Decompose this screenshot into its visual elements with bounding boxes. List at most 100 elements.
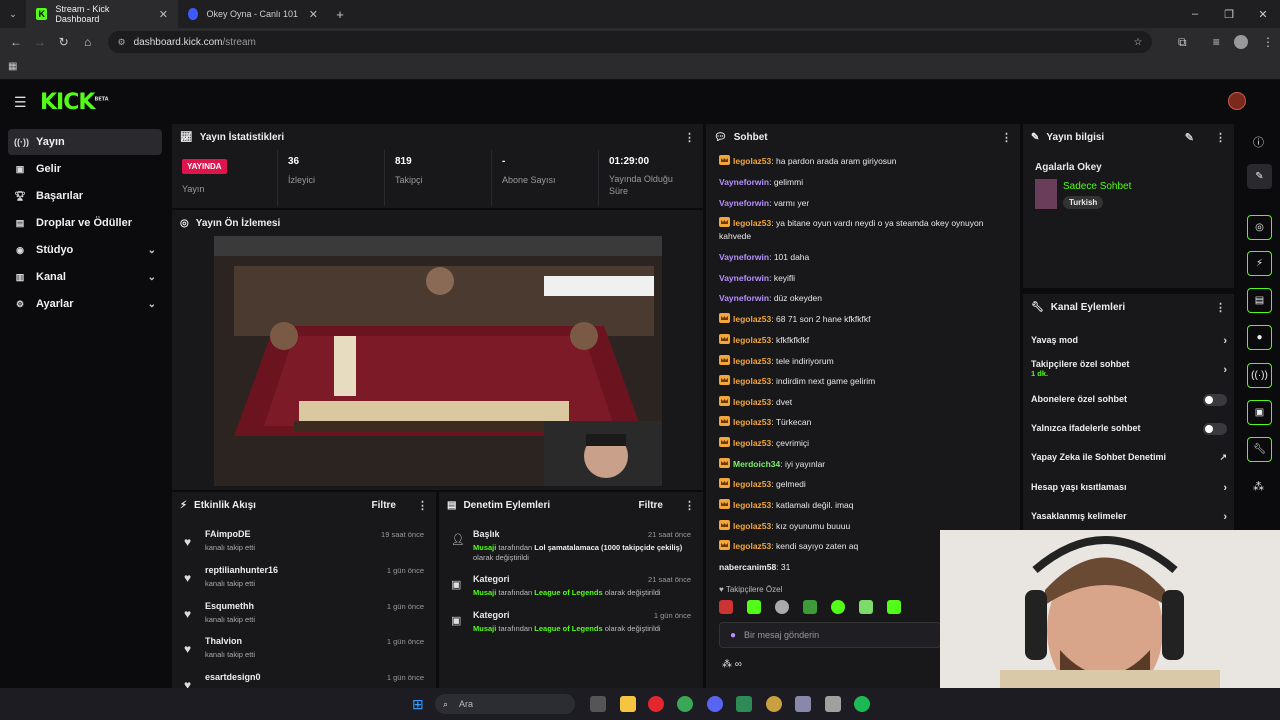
chat-username[interactable]: legolaz53: [733, 541, 771, 551]
event-username[interactable]: reptilianhunter16: [205, 565, 278, 575]
extensions-icon[interactable]: ⧉: [1170, 35, 1194, 50]
bookmark-star-icon[interactable]: ☆: [1133, 37, 1142, 48]
edit-icon[interactable]: ✎: [1185, 131, 1194, 144]
profile-avatar[interactable]: [1234, 35, 1249, 49]
chat-input[interactable]: ● Bir mesaj gönderin: [719, 622, 941, 648]
infinity-icon[interactable]: ∞: [735, 659, 742, 670]
forward-icon[interactable]: →: [28, 35, 52, 49]
close-tab-icon[interactable]: ✕: [159, 8, 168, 21]
opera-icon[interactable]: [648, 696, 664, 712]
minimize-icon[interactable]: –: [1178, 8, 1212, 20]
stream-preview-video[interactable]: [214, 236, 662, 486]
sidebar-item-yayin[interactable]: ((·)) Yayın: [8, 129, 162, 155]
chat-username[interactable]: nabercanim58: [719, 562, 776, 572]
info-icon[interactable]: ⓘ: [1253, 134, 1264, 150]
more-options-icon[interactable]: ⋮: [1215, 301, 1226, 314]
user-avatar[interactable]: [1228, 92, 1246, 110]
windows-start-icon[interactable]: ⊞: [412, 696, 424, 713]
chat-username[interactable]: legolaz53: [733, 314, 771, 324]
home-icon[interactable]: ⌂: [76, 35, 100, 49]
maximize-icon[interactable]: ❐: [1212, 8, 1246, 21]
taskbar-search[interactable]: ⌕ Ara: [435, 694, 575, 714]
chat-username[interactable]: legolaz53: [733, 438, 771, 448]
emote-icon[interactable]: [887, 600, 901, 614]
chat-username[interactable]: legolaz53: [733, 376, 771, 386]
sidebar-item-droplar[interactable]: ▤ Droplar ve Ödüller: [8, 210, 162, 236]
action-followers-only[interactable]: Takipçilere özel sohbet 1 dk. ›: [1031, 359, 1227, 378]
chat-tool-button[interactable]: ●: [1247, 325, 1272, 350]
spotify-icon[interactable]: [854, 696, 870, 712]
discord-icon[interactable]: [707, 696, 723, 712]
more-options-icon[interactable]: ⋮: [1215, 131, 1226, 144]
filter-button[interactable]: Filtre: [372, 500, 396, 511]
app-icon[interactable]: [825, 696, 841, 712]
app-icon[interactable]: [766, 696, 782, 712]
target-tool-button[interactable]: ◎: [1247, 215, 1272, 240]
sidebar-item-ayarlar[interactable]: ⚙ Ayarlar ⌄: [8, 291, 162, 317]
subscribers-only-toggle[interactable]: [1203, 394, 1227, 406]
emotes-only-toggle[interactable]: [1203, 423, 1227, 435]
wrench-tool-button[interactable]: 🔧︎: [1247, 437, 1272, 462]
emote-icon[interactable]: [859, 600, 873, 614]
chat-username[interactable]: Vayneforwin: [719, 293, 769, 303]
tab-okey-oyna[interactable]: Okey Oyna - Canlı 101 Okey ve ✕: [178, 0, 328, 28]
chat-username[interactable]: legolaz53: [733, 156, 771, 166]
chat-username[interactable]: legolaz53: [733, 521, 771, 531]
more-options-icon[interactable]: ⋮: [684, 499, 695, 512]
broadcast-tool-button[interactable]: ((·)): [1247, 363, 1272, 388]
sidebar-item-kanal[interactable]: ▥ Kanal ⌄: [8, 264, 162, 290]
chat-username[interactable]: Vayneforwin: [719, 252, 769, 262]
apps-grid-icon[interactable]: ▦: [8, 61, 17, 72]
close-window-icon[interactable]: ✕: [1246, 8, 1280, 21]
edit-tool-button[interactable]: ✎: [1247, 164, 1272, 189]
emote-icon[interactable]: [831, 600, 845, 614]
action-account-age[interactable]: Hesap yaşı kısıtlaması ›: [1031, 482, 1227, 494]
document-tool-button[interactable]: ▤: [1247, 288, 1272, 313]
sidebar-item-basarilar[interactable]: 🏆︎ Başarılar: [8, 183, 162, 209]
action-ai-moderation[interactable]: Yapay Zeka ile Sohbet Denetimi ↗: [1031, 452, 1227, 462]
chat-username[interactable]: Vayneforwin: [719, 177, 769, 187]
new-tab-icon[interactable]: +: [328, 7, 352, 22]
emote-icon[interactable]: [747, 600, 761, 614]
more-options-icon[interactable]: ⋮: [684, 131, 695, 144]
microphone-icon[interactable]: ●: [730, 630, 736, 641]
chat-username[interactable]: Merdoich34: [733, 459, 780, 469]
action-slow-mode[interactable]: Yavaş mod ›: [1031, 335, 1227, 347]
media-icon[interactable]: ≡: [1204, 35, 1228, 49]
app-icon[interactable]: [795, 696, 811, 712]
chrome-icon[interactable]: [677, 696, 693, 712]
file-explorer-icon[interactable]: [620, 696, 636, 712]
chat-username[interactable]: legolaz53: [733, 356, 771, 366]
more-options-icon[interactable]: ⋮: [1001, 131, 1012, 144]
sidebar-item-studyo[interactable]: ◉ Stüdyo ⌄: [8, 237, 162, 263]
users-icon[interactable]: ⁂: [1253, 480, 1264, 493]
event-username[interactable]: esartdesign0: [205, 672, 261, 682]
moderation-tool-button[interactable]: ▣: [1247, 400, 1272, 425]
back-icon[interactable]: ←: [4, 35, 28, 49]
chat-username[interactable]: legolaz53: [733, 479, 771, 489]
lightning-tool-button[interactable]: ⚡︎: [1247, 251, 1272, 276]
tab-list-chevron-icon[interactable]: ⌄: [0, 9, 26, 20]
event-username[interactable]: Thalvion: [205, 636, 242, 646]
event-username[interactable]: FAimpoDE: [205, 529, 251, 539]
chat-username[interactable]: legolaz53: [733, 397, 771, 407]
task-view-icon[interactable]: [590, 696, 606, 712]
filter-button[interactable]: Filtre: [639, 500, 663, 511]
chat-username[interactable]: Vayneforwin: [719, 273, 769, 283]
more-options-icon[interactable]: ⋮: [417, 499, 428, 512]
chat-username[interactable]: legolaz53: [733, 335, 771, 345]
users-icon[interactable]: ⁂: [722, 659, 732, 670]
event-username[interactable]: Esqumethh: [205, 601, 254, 611]
emote-icon[interactable]: [803, 600, 817, 614]
category-name[interactable]: Sadece Sohbet: [1063, 181, 1131, 192]
chat-username[interactable]: legolaz53: [733, 500, 771, 510]
url-field[interactable]: ⚙ dashboard.kick.com/stream ☆: [107, 31, 1153, 53]
close-tab-icon[interactable]: ✕: [309, 8, 318, 21]
chat-username[interactable]: legolaz53: [733, 417, 771, 427]
emote-icon[interactable]: [719, 600, 733, 614]
emote-icon[interactable]: [775, 600, 789, 614]
sidebar-item-gelir[interactable]: ▣ Gelir: [8, 156, 162, 182]
menu-hamburger-icon[interactable]: ☰: [14, 94, 27, 111]
chat-username[interactable]: legolaz53: [733, 218, 771, 228]
browser-menu-icon[interactable]: ⋮: [1256, 35, 1280, 49]
